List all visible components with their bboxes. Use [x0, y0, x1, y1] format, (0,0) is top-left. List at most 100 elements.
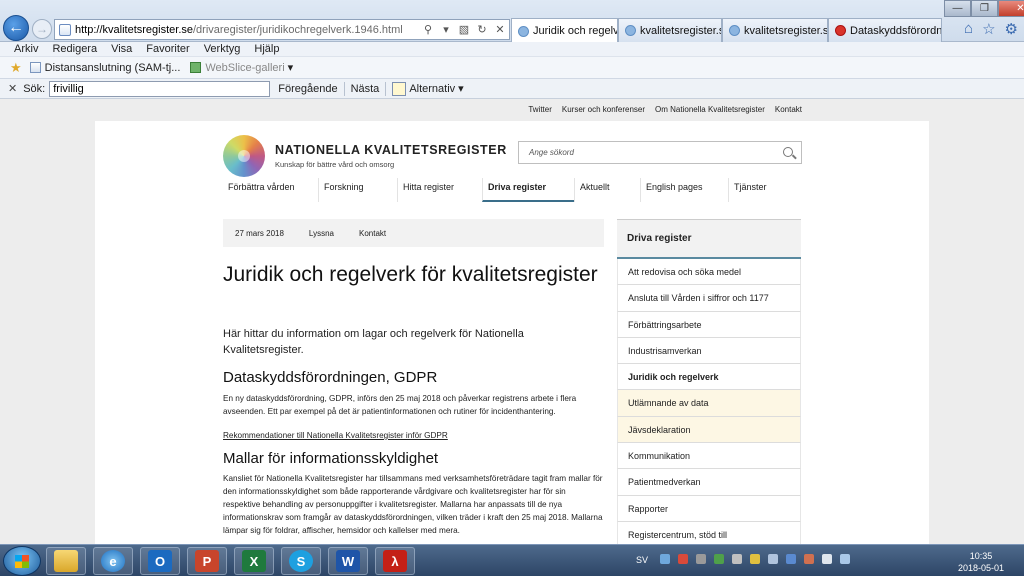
sidebar-item-forbattringsarbete[interactable]: Förbättringsarbete — [617, 311, 801, 338]
find-options-button[interactable]: Alternativ — [409, 83, 455, 95]
back-button[interactable]: ← — [3, 15, 29, 41]
tray-icon-9[interactable] — [804, 554, 814, 564]
taskbar-word[interactable]: W — [328, 547, 368, 575]
find-prev-button[interactable]: Föregående — [278, 83, 337, 95]
sidebar-item-ansluta[interactable]: Ansluta till Vården i siffror och 1177 — [617, 285, 801, 312]
menu-hjalp[interactable]: Hjälp — [254, 43, 279, 55]
util-kontakt[interactable]: Kontakt — [775, 105, 802, 114]
listen-link[interactable]: Lyssna — [309, 229, 334, 238]
lead-paragraph: Här hittar du information om lagar och r… — [223, 328, 524, 356]
sidebar-item-kommunikation[interactable]: Kommunikation — [617, 443, 801, 470]
sidebar-item-patientmedverkan[interactable]: Patientmedverkan — [617, 469, 801, 496]
menu-arkiv[interactable]: Arkiv — [14, 43, 38, 55]
favorites-bar: ★ Distansanslutning (SAM-tj... WebSlice-… — [0, 57, 1024, 79]
tray-icon-2[interactable] — [678, 554, 688, 564]
nav-aktuellt[interactable]: Aktuellt — [574, 178, 640, 202]
find-next-button[interactable]: Nästa — [351, 83, 380, 95]
minimize-button[interactable]: — — [944, 0, 971, 17]
site-search-input[interactable]: Ange sökord — [518, 141, 802, 164]
menu-redigera[interactable]: Redigera — [52, 43, 97, 55]
ie-icon: e — [101, 550, 125, 572]
sidebar-item-javsdeklaration[interactable]: Jävsdeklaration — [617, 416, 801, 444]
nav-forbattra[interactable]: Förbättra vården — [223, 178, 318, 202]
sidebar-item-rapporter[interactable]: Rapporter — [617, 495, 801, 522]
tray-icon-7[interactable] — [768, 554, 778, 564]
menu-verktyg[interactable]: Verktyg — [204, 43, 241, 55]
browser-tools: ⌂ ☆ ⚙ — [964, 20, 1018, 38]
chevron-down-icon[interactable]: ▾ — [288, 61, 294, 74]
taskbar-skype[interactable]: S — [281, 547, 321, 575]
dropdown-icon[interactable]: ▾ — [437, 23, 455, 36]
taskbar-outlook[interactable]: O — [140, 547, 180, 575]
sidebar-heading[interactable]: Driva register — [617, 219, 801, 259]
sidebar-item-juridik[interactable]: Juridik och regelverk — [617, 364, 801, 391]
main-nav: Förbättra vården Forskning Hitta registe… — [223, 178, 788, 202]
language-indicator[interactable]: SV — [636, 555, 648, 565]
tab-kvalitetsregister-2[interactable]: kvalitetsregister.se — [722, 18, 828, 42]
gear-icon[interactable]: ⚙ — [1005, 20, 1018, 38]
paragraph-gdpr: En ny dataskyddsförordning, GDPR, införs… — [223, 394, 577, 416]
find-options-icon — [392, 81, 407, 96]
close-button[interactable]: ✕ — [998, 0, 1024, 17]
clock[interactable]: 10:35 2018-05-01 — [958, 550, 1004, 574]
sidebar-item-industrisamverkan[interactable]: Industrisamverkan — [617, 337, 801, 365]
page-viewport: Twitter Kurser och konferenser Om Nation… — [0, 99, 1024, 544]
site-logo[interactable] — [223, 135, 265, 177]
favorites-star-icon[interactable]: ★ — [10, 60, 22, 76]
util-twitter[interactable]: Twitter — [528, 105, 552, 114]
outlook-icon: O — [148, 550, 172, 572]
nav-tjanster[interactable]: Tjänster — [728, 178, 788, 202]
tray-icon-6[interactable] — [750, 554, 760, 564]
utility-links: Twitter Kurser och konferenser Om Nation… — [528, 105, 802, 114]
sidebar-item-redovisa[interactable]: Att redovisa och söka medel — [617, 259, 801, 286]
site-tagline: Kunskap för bättre vård och omsorg — [275, 160, 395, 169]
taskbar-acrobat[interactable]: λ — [375, 547, 415, 575]
menu-visa[interactable]: Visa — [111, 43, 132, 55]
tab-kvalitetsregister-1[interactable]: kvalitetsregister.se — [618, 18, 722, 42]
site-brand[interactable]: NATIONELLA KVALITETSREGISTER — [275, 143, 507, 157]
find-input[interactable] — [49, 80, 271, 97]
start-button[interactable] — [3, 546, 41, 576]
fav-distansanslutning[interactable]: Distansanslutning (SAM-tj... — [45, 62, 181, 74]
chevron-down-icon[interactable]: ▾ — [458, 82, 464, 95]
heading-gdpr: Dataskyddsförordningen, GDPR — [223, 369, 438, 386]
taskbar-excel[interactable]: X — [234, 547, 274, 575]
sidebar-item-registercentrum[interactable]: Registercentrum, stöd till — [617, 521, 801, 544]
restore-button[interactable]: ❐ — [971, 0, 998, 17]
favorites-star-icon[interactable]: ☆ — [982, 20, 995, 38]
fav-webslice[interactable]: WebSlice-galleri — [205, 62, 284, 74]
util-om[interactable]: Om Nationella Kvalitetsregister — [655, 105, 765, 114]
home-icon[interactable]: ⌂ — [964, 20, 973, 38]
tray-icon-5[interactable] — [732, 554, 742, 564]
tray-icon-4[interactable] — [714, 554, 724, 564]
sidebar-item-utlamnande[interactable]: Utlämnande av data — [617, 390, 801, 417]
tray-icon-3[interactable] — [696, 554, 706, 564]
nav-hitta[interactable]: Hitta register — [397, 178, 482, 202]
search-icon[interactable]: ⚲ — [419, 23, 437, 36]
search-icon[interactable] — [783, 147, 793, 157]
gdpr-recommendations-link[interactable]: Rekommendationer till Nationella Kvalite… — [223, 431, 448, 440]
compat-icon[interactable]: ▧ — [455, 23, 473, 36]
util-kurser[interactable]: Kurser och konferenser — [562, 105, 645, 114]
refresh-icon[interactable]: ↻ — [473, 23, 491, 36]
tab-juridik[interactable]: Juridik och regelv...✕ — [511, 18, 618, 43]
page-icon — [59, 23, 71, 36]
tray-icon-1[interactable] — [660, 554, 670, 564]
window-controls: — ❐ ✕ — [944, 0, 1024, 17]
close-find-icon[interactable]: ✕ — [8, 82, 17, 95]
contact-link[interactable]: Kontakt — [359, 229, 386, 238]
tray-icon-8[interactable] — [786, 554, 796, 564]
nav-forskning[interactable]: Forskning — [318, 178, 397, 202]
address-bar[interactable]: http://kvalitetsregister.se/drivaregiste… — [54, 19, 510, 40]
volume-icon[interactable] — [822, 554, 832, 564]
taskbar-powerpoint[interactable]: P — [187, 547, 227, 575]
network-icon[interactable] — [840, 554, 850, 564]
stop-icon[interactable]: ✕ — [491, 23, 509, 36]
menu-favoriter[interactable]: Favoriter — [146, 43, 189, 55]
tab-dataskydd[interactable]: Dataskyddsförordni... — [828, 18, 942, 42]
nav-english[interactable]: English pages — [640, 178, 728, 202]
nav-driva[interactable]: Driva register — [482, 178, 574, 202]
forward-button[interactable]: → — [32, 19, 52, 39]
taskbar-explorer[interactable] — [46, 547, 86, 575]
taskbar-ie[interactable]: e — [93, 547, 133, 575]
